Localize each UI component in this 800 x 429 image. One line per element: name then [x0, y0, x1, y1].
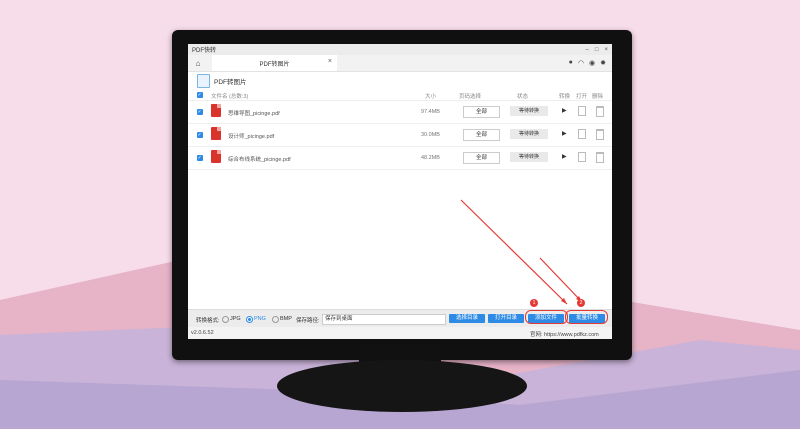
monitor-base [277, 360, 527, 412]
version-text: v2.0.6.52 [191, 330, 214, 336]
section-header: PDF转图片 [188, 72, 612, 90]
pdf-image-icon [197, 74, 210, 88]
radio-png[interactable] [246, 316, 253, 323]
trash-icon[interactable] [596, 106, 604, 117]
page-select-dropdown[interactable]: 全部 [463, 152, 500, 164]
close-button[interactable]: × [604, 47, 608, 53]
status-badge: 等待转换 [510, 152, 548, 162]
tab-pdf-to-image[interactable]: PDF转图片 × [212, 55, 337, 71]
row-checkbox[interactable] [197, 155, 203, 161]
file-size: 48.2MB [421, 155, 440, 161]
header-page-select: 页码选择 [459, 94, 482, 100]
maximize-button[interactable]: □ [595, 47, 599, 53]
pdf-file-icon [211, 150, 221, 163]
file-size: 97.4MB [421, 109, 440, 115]
minimize-button[interactable]: – [586, 47, 589, 53]
save-path-input[interactable]: 保存到桌面 [322, 314, 446, 325]
row-checkbox[interactable] [197, 109, 203, 115]
radio-jpg[interactable] [222, 316, 229, 323]
headset-icon[interactable]: ◠ [578, 59, 584, 67]
format-jpg-label: JPG [230, 316, 241, 322]
header-open: 打开 [576, 94, 588, 100]
file-size: 30.0MB [421, 132, 440, 138]
open-file-icon[interactable] [578, 106, 586, 116]
header-filename: 文件名 (总数:3) [211, 94, 249, 100]
header-status: 状态 [517, 94, 529, 100]
table-row: 综合布线系统_picinge.pdf 48.2MB 全部 等待转换 ▶ [188, 147, 612, 170]
page-select-dropdown[interactable]: 全部 [463, 106, 500, 118]
path-label: 保存路径: [296, 318, 320, 324]
format-bmp-label: BMP [280, 316, 292, 322]
file-name: 思维导图_picinge.pdf [228, 111, 280, 117]
title-bar: PDF快转 – □ × [188, 44, 612, 55]
tab-label: PDF转图片 [259, 61, 290, 68]
radio-bmp[interactable] [272, 316, 279, 323]
header-delete: 删除 [592, 94, 604, 100]
pdf-file-icon [211, 104, 221, 117]
user-icon[interactable]: ◉ [589, 59, 595, 67]
open-file-icon[interactable] [578, 129, 586, 139]
tab-bar: ⌂ PDF转图片 × ● ◠ ◉ ✹ [188, 55, 612, 72]
table-header: 文件名 (总数:3) 大小 页码选择 状态 转换 打开 删除 [188, 90, 612, 101]
website-link[interactable]: 官网: https://www.pdfkz.com [530, 330, 599, 338]
open-file-icon[interactable] [578, 152, 586, 162]
annotation-badge-1: 1 [530, 299, 538, 307]
header-convert: 转换 [559, 94, 571, 100]
page-select-dropdown[interactable]: 全部 [463, 129, 500, 141]
pdf-file-icon [211, 127, 221, 140]
row-checkbox[interactable] [197, 132, 203, 138]
window-title: PDF快转 [192, 48, 217, 54]
file-name: 综合布线系统_picinge.pdf [228, 157, 291, 163]
app-window: PDF快转 – □ × ⌂ PDF转图片 × ● ◠ ◉ ✹ PDF转图片 文件… [188, 44, 612, 339]
format-label: 转换格式: [196, 318, 220, 324]
trash-icon[interactable] [596, 152, 604, 163]
tab-close-icon[interactable]: × [328, 58, 332, 65]
section-title: PDF转图片 [214, 79, 247, 86]
trash-icon[interactable] [596, 129, 604, 140]
play-icon[interactable]: ▶ [562, 107, 567, 114]
home-icon[interactable]: ⌂ [188, 59, 208, 68]
select-all-checkbox[interactable] [197, 92, 203, 98]
table-row: 思维导图_picinge.pdf 97.4MB 全部 等待转换 ▶ [188, 101, 612, 124]
header-size: 大小 [425, 94, 437, 100]
open-directory-button[interactable]: 打开目录 [488, 314, 524, 323]
format-png-label: PNG [254, 316, 266, 322]
status-bar: v2.0.6.52 官网: https://www.pdfkz.com [188, 327, 612, 339]
select-directory-button[interactable]: 选择目录 [449, 314, 485, 323]
settings-gear-icon[interactable]: ✹ [600, 59, 606, 67]
file-name: 设计师_picinge.pdf [228, 134, 275, 140]
play-icon[interactable]: ▶ [562, 153, 567, 160]
status-badge: 等待转换 [510, 129, 548, 139]
annotation-badge-2: 2 [577, 299, 585, 307]
annotation-ring-batch-convert [565, 310, 608, 324]
annotation-ring-add-file [525, 310, 568, 324]
table-row: 设计师_picinge.pdf 30.0MB 全部 等待转换 ▶ [188, 124, 612, 147]
status-badge: 等待转换 [510, 106, 548, 116]
chat-icon[interactable]: ● [569, 59, 573, 67]
play-icon[interactable]: ▶ [562, 130, 567, 137]
